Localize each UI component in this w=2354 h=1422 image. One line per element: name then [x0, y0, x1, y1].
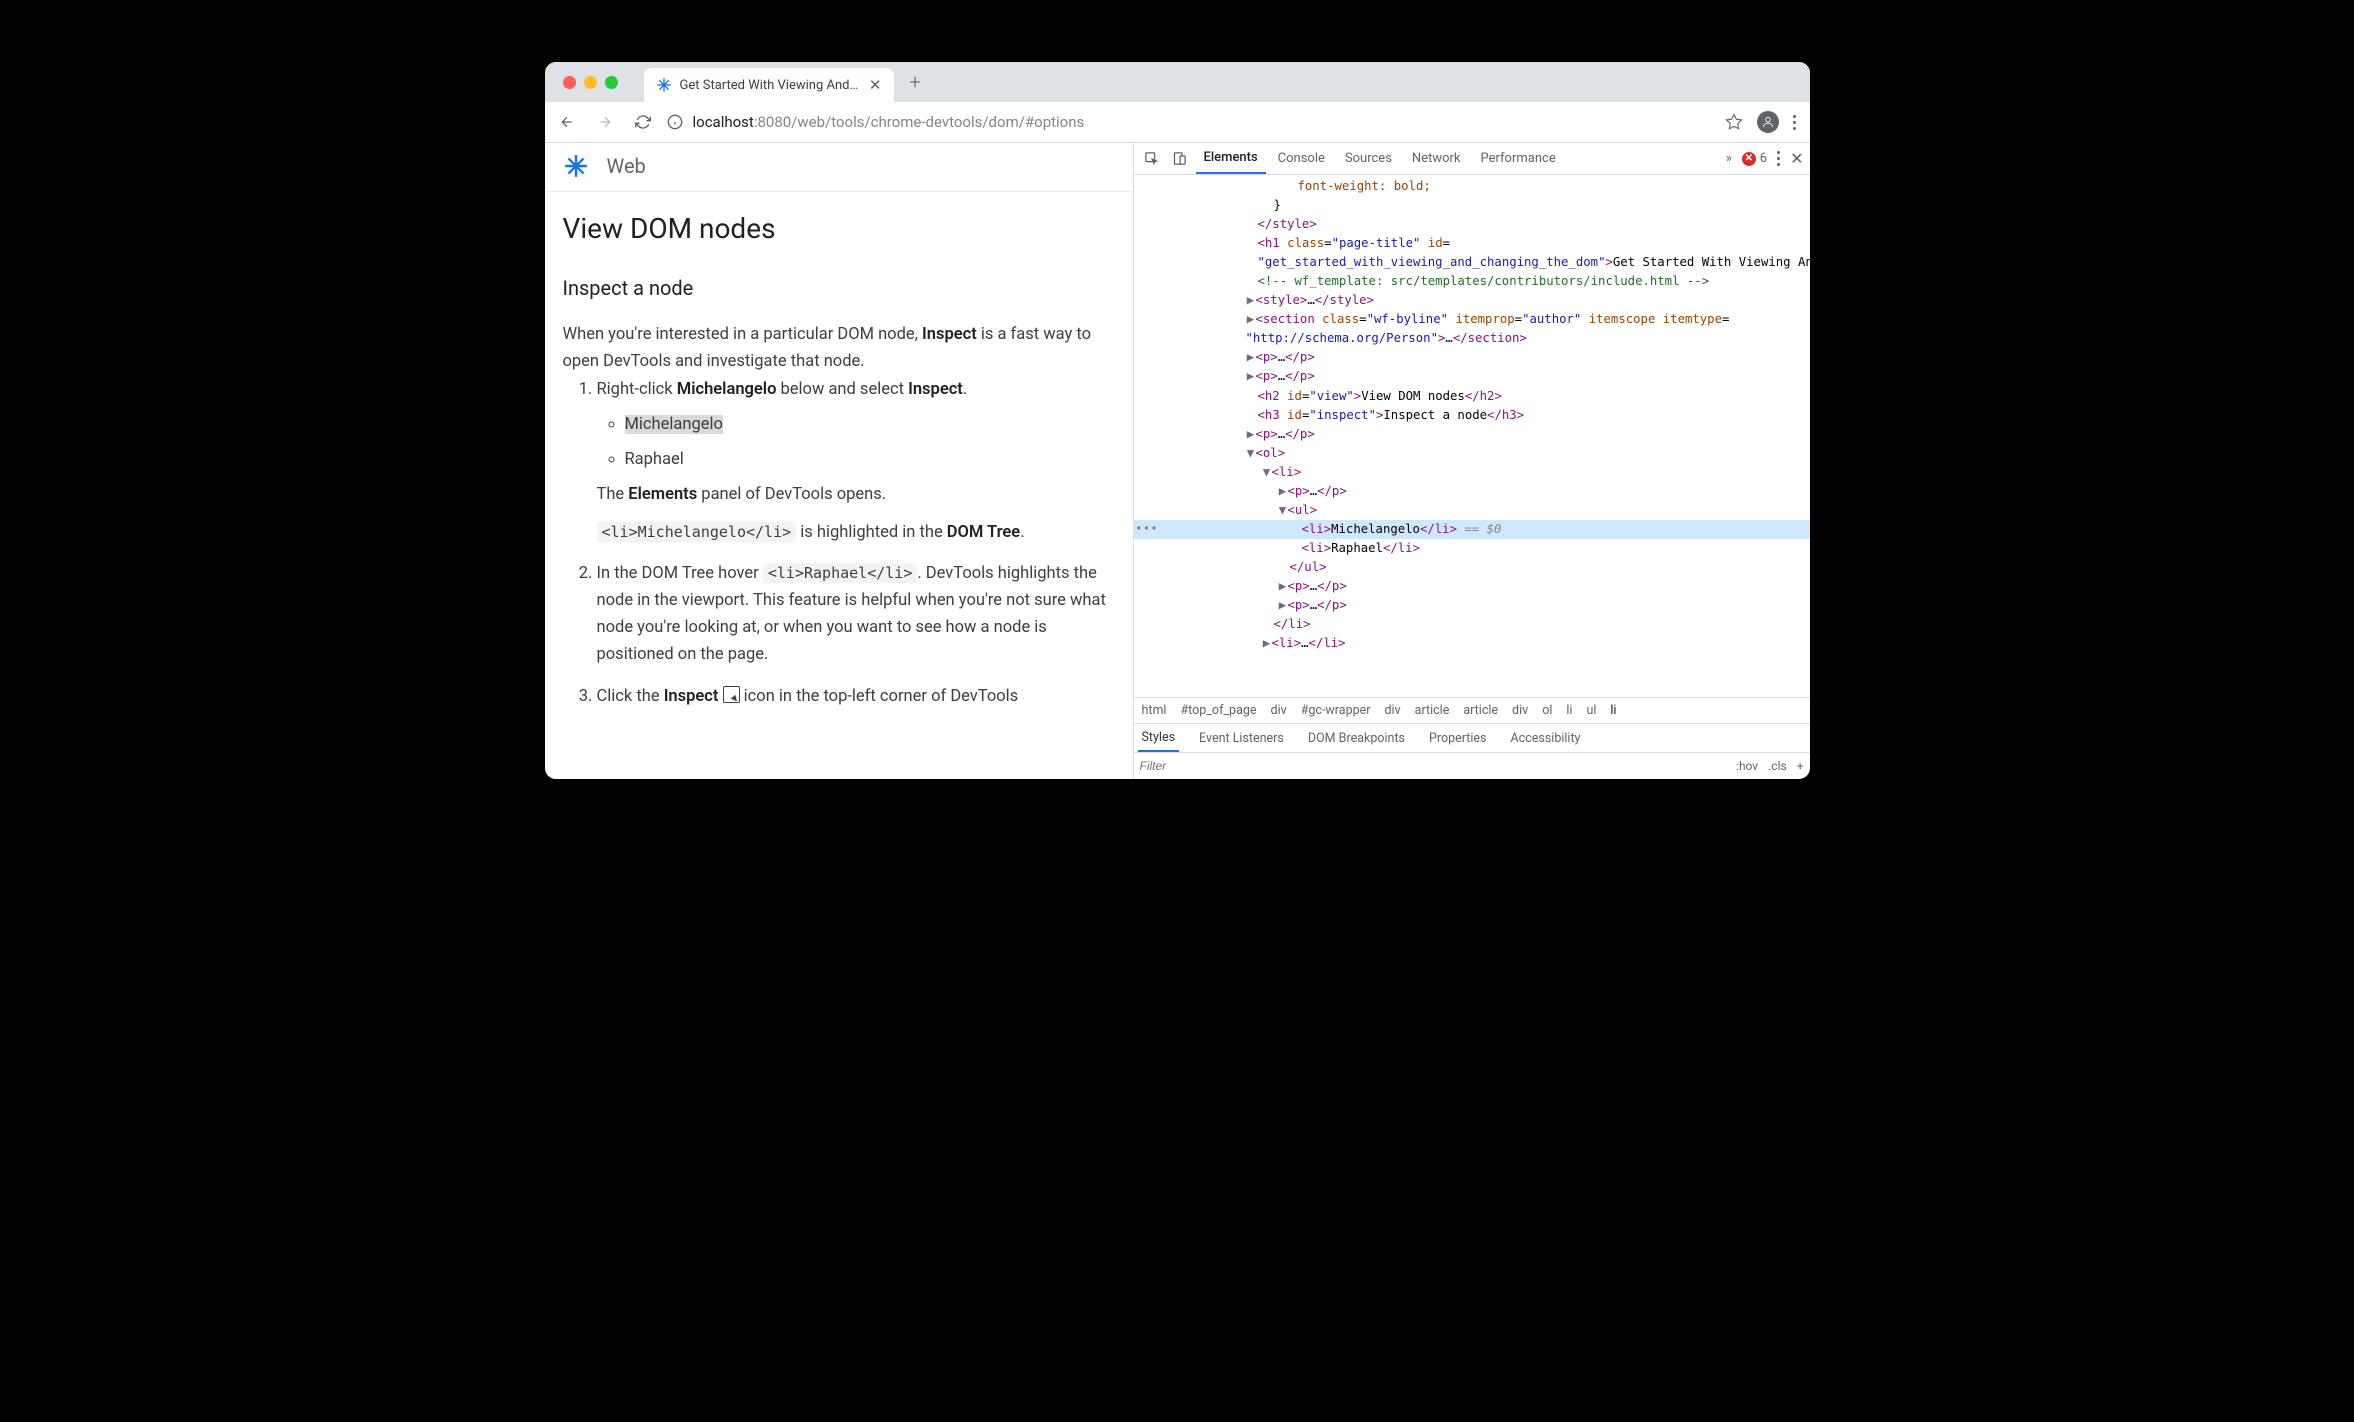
elements-sentence: The Elements panel of DevTools opens.	[597, 481, 1115, 508]
content-area: Web View DOM nodes Inspect a node When y…	[545, 143, 1810, 779]
dom-tree[interactable]: font-weight: bold; } </style> <h1 class=…	[1134, 175, 1810, 697]
browser-menu[interactable]	[1793, 115, 1796, 130]
minimize-window[interactable]	[584, 76, 597, 89]
close-window[interactable]	[563, 76, 576, 89]
subtab-properties[interactable]: Properties	[1425, 724, 1491, 752]
tab-performance[interactable]: Performance	[1473, 143, 1564, 174]
tab-sources[interactable]: Sources	[1337, 143, 1400, 174]
step-3: Click the Inspect icon in the top-left c…	[597, 683, 1115, 710]
page-h3: Inspect a node	[563, 272, 1115, 305]
devtools-tabbar: Elements Console Sources Network Perform…	[1134, 143, 1810, 175]
new-tab-button[interactable]: +	[910, 70, 921, 94]
devtools-menu[interactable]	[1777, 151, 1780, 166]
intro-paragraph: When you're interested in a particular D…	[563, 321, 1115, 375]
tab-elements[interactable]: Elements	[1196, 143, 1266, 174]
browser-window: Get Started With Viewing And C ✕ + local…	[545, 62, 1810, 779]
page-header: Web	[545, 143, 1133, 192]
dom-breadcrumb[interactable]: html #top_of_page div #gc-wrapper div ar…	[1134, 697, 1810, 723]
forward-button[interactable]	[591, 108, 619, 136]
subtab-styles[interactable]: Styles	[1138, 724, 1180, 752]
page-h2: View DOM nodes	[563, 206, 1115, 252]
dom-tree-selected-node[interactable]: •••<li>Michelangelo</li> == $0	[1134, 520, 1810, 539]
toolbar-right	[1725, 111, 1796, 133]
profile-button[interactable]	[1757, 111, 1779, 133]
code-sentence: <li>Michelangelo</li> is highlighted in …	[597, 519, 1115, 546]
hov-toggle[interactable]: :hov	[1736, 759, 1758, 773]
list-item-raphael[interactable]: Raphael	[625, 446, 1115, 473]
url-host: localhost	[693, 113, 754, 131]
reload-button[interactable]	[629, 108, 657, 136]
tab-network[interactable]: Network	[1404, 143, 1469, 174]
fullscreen-window[interactable]	[605, 76, 618, 89]
site-label: Web	[607, 154, 646, 178]
browser-tab[interactable]: Get Started With Viewing And C ✕	[644, 68, 894, 102]
step-2: In the DOM Tree hover <li>Raphael</li>. …	[597, 560, 1115, 669]
star-icon[interactable]	[1725, 113, 1743, 131]
page-body: View DOM nodes Inspect a node When you'r…	[545, 192, 1133, 738]
back-button[interactable]	[553, 108, 581, 136]
subtab-dombreakpoints[interactable]: DOM Breakpoints	[1304, 724, 1409, 752]
tabs-overflow[interactable]: »	[1726, 151, 1732, 166]
new-style-rule-button[interactable]: +	[1797, 759, 1804, 773]
subtab-accessibility[interactable]: Accessibility	[1507, 724, 1585, 752]
snowflake-icon	[656, 77, 672, 93]
devtools-panel: Elements Console Sources Network Perform…	[1133, 143, 1810, 779]
tab-console[interactable]: Console	[1270, 143, 1333, 174]
omnibox[interactable]: localhost:8080/web/tools/chrome-devtools…	[667, 113, 1715, 131]
url-path: /web/tools/chrome-devtools/dom/#options	[791, 113, 1084, 131]
cls-toggle[interactable]: .cls	[1768, 759, 1787, 773]
step-1: Right-click Michelangelo below and selec…	[597, 376, 1115, 546]
info-icon	[667, 114, 683, 130]
window-controls	[555, 76, 626, 89]
address-bar: localhost:8080/web/tools/chrome-devtools…	[545, 102, 1810, 143]
inspect-icon	[723, 686, 740, 703]
styles-filter-input[interactable]	[1140, 759, 1340, 773]
tab-title: Get Started With Viewing And C	[680, 78, 861, 93]
webpage: Web View DOM nodes Inspect a node When y…	[545, 143, 1133, 779]
tab-strip: Get Started With Viewing And C ✕ +	[545, 62, 1810, 102]
styles-filter-bar: :hov .cls +	[1134, 753, 1810, 779]
url-port: :8080	[754, 113, 791, 131]
device-toolbar-button[interactable]	[1168, 151, 1192, 166]
error-badge[interactable]: ✕6	[1742, 151, 1767, 166]
close-devtools[interactable]: ✕	[1790, 149, 1803, 168]
close-tab-icon[interactable]: ✕	[869, 76, 882, 94]
subtab-eventlisteners[interactable]: Event Listeners	[1195, 724, 1288, 752]
snowflake-icon	[563, 153, 589, 179]
inspect-element-button[interactable]	[1140, 151, 1164, 166]
list-item-michelangelo[interactable]: Michelangelo	[625, 411, 1115, 438]
styles-tabbar: Styles Event Listeners DOM Breakpoints P…	[1134, 723, 1810, 753]
